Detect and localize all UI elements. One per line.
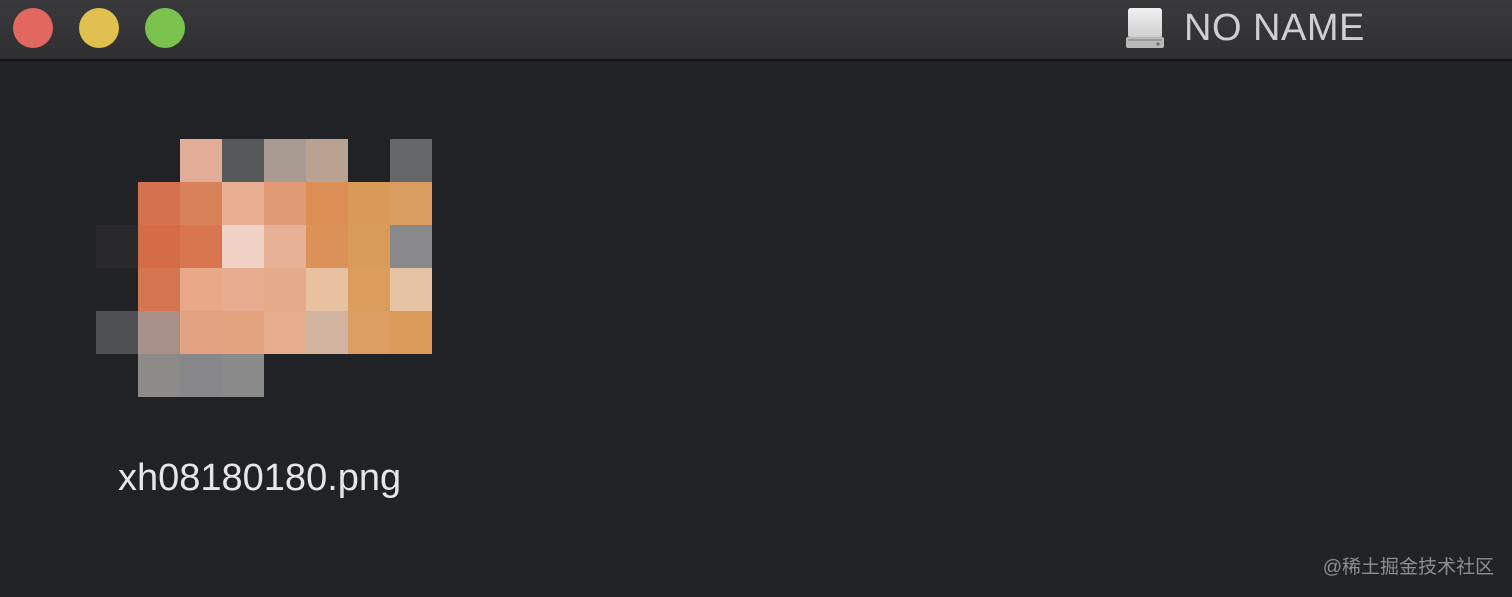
file-browser-content[interactable]: xh08180180.png @稀土掘金技术社区 (0, 61, 1512, 597)
title-bar[interactable]: NO NAME (0, 0, 1512, 61)
image-thumbnail-icon[interactable] (96, 139, 436, 397)
file-name-label[interactable]: xh08180180.png (118, 457, 401, 500)
hard-drive-icon (1126, 8, 1164, 48)
watermark: @稀土掘金技术社区 (1322, 557, 1494, 578)
close-button[interactable] (13, 8, 53, 48)
zoom-button[interactable] (145, 8, 185, 48)
file-item[interactable]: xh08180180.png (96, 139, 456, 509)
window-title: NO NAME (1184, 7, 1365, 49)
minimize-button[interactable] (79, 8, 119, 48)
finder-window: NO NAME xh08180180.png @稀土掘金技术社区 (0, 0, 1512, 597)
